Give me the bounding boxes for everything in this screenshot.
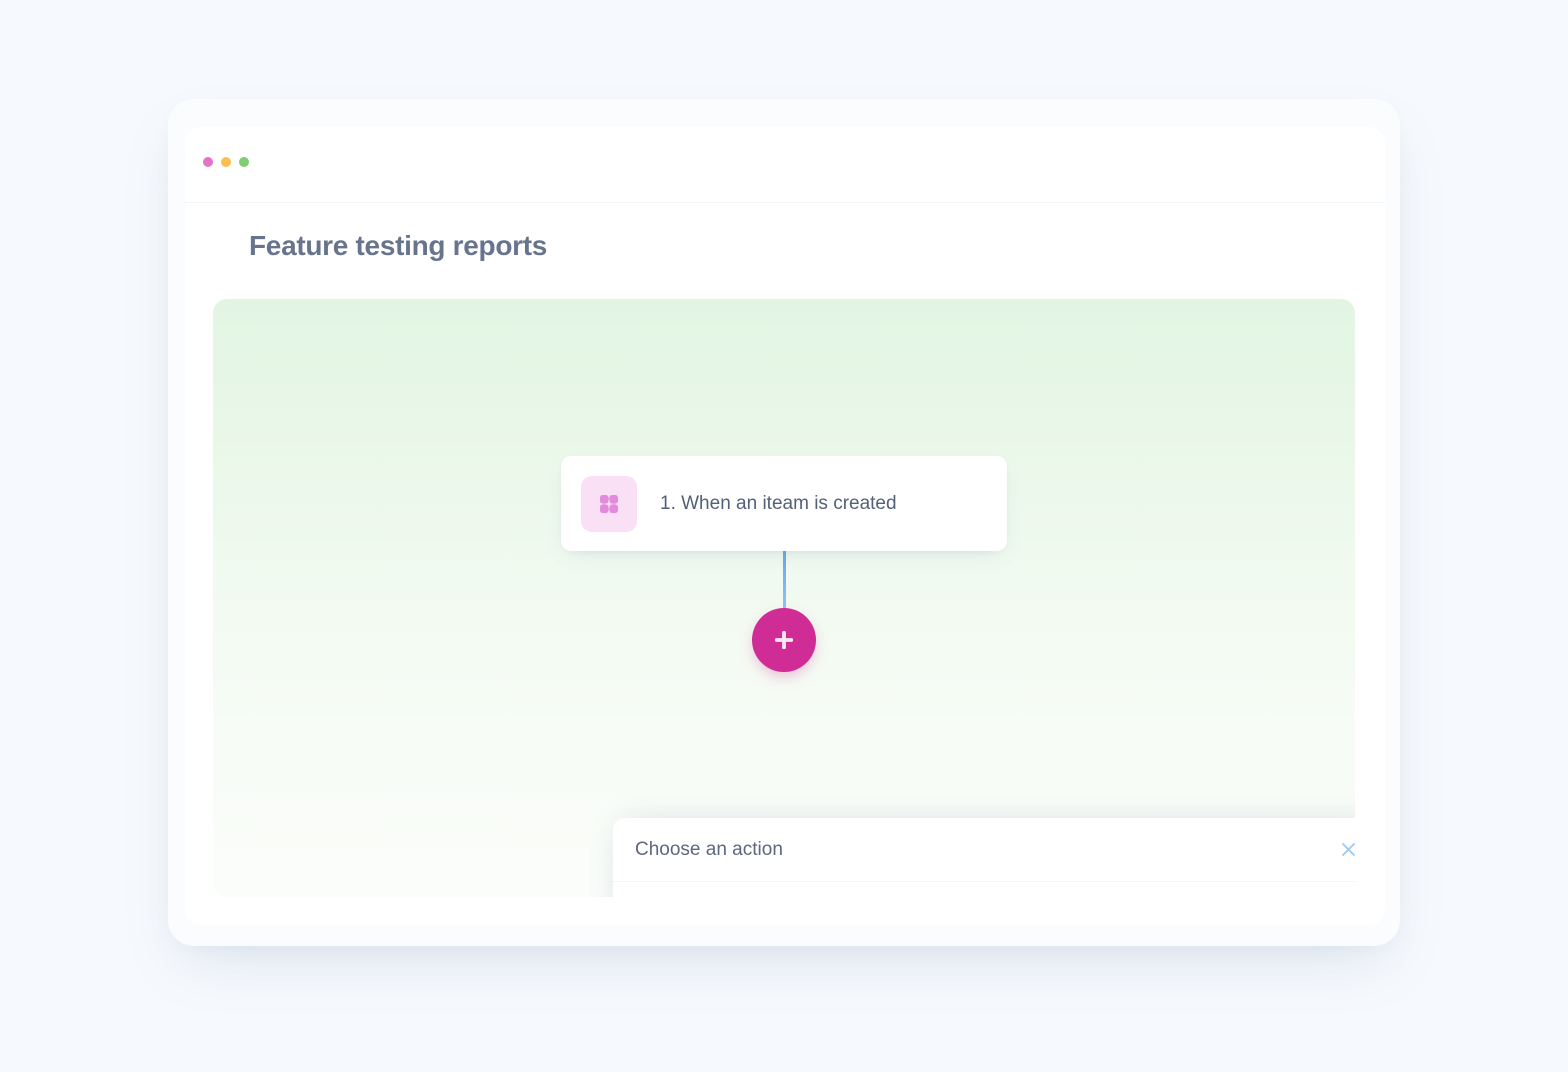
- close-dot[interactable]: [203, 157, 213, 167]
- traffic-lights: [203, 157, 249, 167]
- panel-title: Choose an action: [635, 838, 783, 860]
- panel-body: Connectors: [613, 882, 1355, 897]
- trigger-step-card[interactable]: 1. When an iteam is created: [561, 456, 1007, 551]
- nodes-grid-icon: [581, 475, 637, 532]
- window-titlebar: [185, 127, 1385, 203]
- plus-icon: [775, 631, 793, 649]
- choose-action-panel: Choose an action: [613, 818, 1355, 897]
- workflow-canvas: 1. When an iteam is created Choose an ac…: [213, 299, 1355, 897]
- add-step-button[interactable]: [752, 608, 816, 672]
- maximize-dot[interactable]: [239, 157, 249, 167]
- trigger-step-label: 1. When an iteam is created: [660, 492, 897, 514]
- page-title: Feature testing reports: [249, 230, 548, 261]
- panel-header: Choose an action: [613, 818, 1355, 882]
- browser-window: Feature testing reports 1. When an iteam…: [185, 127, 1385, 925]
- close-button[interactable]: [1335, 837, 1355, 863]
- minimize-dot[interactable]: [221, 157, 231, 167]
- close-x-icon: [1341, 843, 1355, 856]
